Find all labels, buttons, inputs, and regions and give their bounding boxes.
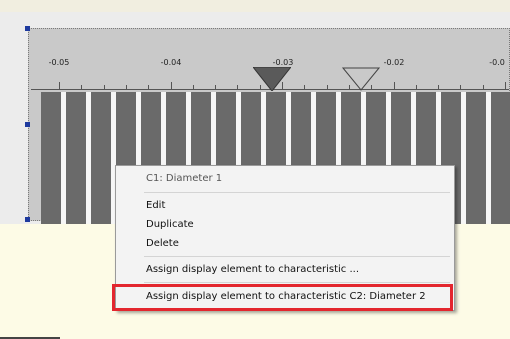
minor-tick — [416, 85, 417, 89]
minor-tick — [104, 85, 105, 89]
menu-item-duplicate[interactable]: Duplicate — [146, 217, 194, 233]
highlight-box — [112, 284, 453, 311]
minor-tick — [483, 85, 484, 89]
scale-bar — [41, 92, 61, 242]
minor-tick — [438, 85, 439, 89]
minor-tick — [148, 85, 149, 89]
menu-separator — [144, 192, 450, 193]
major-tick — [505, 82, 506, 89]
minor-tick — [215, 85, 216, 89]
major-tick — [171, 82, 172, 89]
minor-tick — [304, 85, 305, 89]
scale-bar — [91, 92, 111, 242]
selection-handle-bottom-left[interactable] — [25, 217, 30, 222]
major-tick — [59, 82, 60, 89]
tick-label: -0.0 — [489, 58, 505, 67]
minor-tick — [460, 85, 461, 89]
tick-label: -0.03 — [272, 58, 294, 67]
menu-separator — [144, 282, 450, 283]
scale-bar — [491, 92, 510, 242]
tick-label: -0.04 — [160, 58, 182, 67]
menu-item-delete[interactable]: Delete — [146, 236, 179, 252]
major-tick — [394, 82, 395, 89]
selection-handle-left-middle[interactable] — [25, 122, 30, 127]
minor-tick — [81, 85, 82, 89]
menu-separator — [144, 256, 450, 257]
minor-tick — [193, 85, 194, 89]
menu-header: C1: Diameter 1 — [146, 173, 223, 184]
menu-item-assign-characteristic[interactable]: Assign display element to characteristic… — [146, 262, 359, 278]
scale-bar — [66, 92, 86, 242]
minor-tick — [237, 85, 238, 89]
tick-label: -0.05 — [48, 58, 70, 67]
scale-bar — [466, 92, 486, 242]
minor-tick — [327, 85, 328, 89]
minor-tick — [126, 85, 127, 89]
tick-label: -0.02 — [383, 58, 405, 67]
selection-handle-top-left[interactable] — [25, 26, 30, 31]
menu-item-edit[interactable]: Edit — [146, 198, 165, 214]
